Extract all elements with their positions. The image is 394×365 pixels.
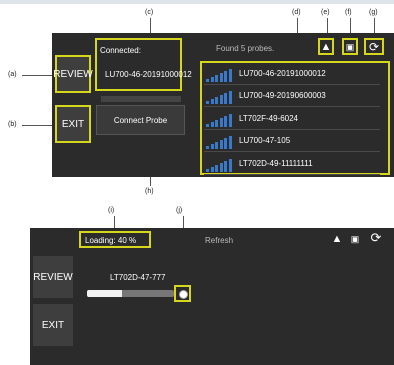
signal-bar bbox=[210, 121, 214, 127]
fit-screen-icon: ▣ bbox=[345, 42, 355, 52]
probe-icon: ▲ bbox=[320, 41, 332, 53]
probe-name: LT702D-49-11111111 bbox=[239, 158, 313, 168]
loading-probe-name: LT702D-47-777 bbox=[110, 273, 166, 282]
signal-bar bbox=[215, 97, 218, 105]
signal-bar bbox=[215, 164, 218, 172]
fit-screen-icon[interactable]: ▣ bbox=[348, 232, 362, 246]
signal-bar bbox=[206, 146, 209, 150]
connect-probe-label: Connect Probe bbox=[113, 115, 168, 125]
signal-bar bbox=[219, 162, 223, 172]
signal-strength-icon bbox=[206, 90, 234, 105]
probe-list: LU700-46-20191000012 LU700-49-20190600003… bbox=[200, 61, 390, 175]
top-strip bbox=[0, 0, 394, 4]
probe-list-screen: REVIEW EXIT Connected: LU700-46-20191000… bbox=[52, 33, 394, 177]
callout-a: (a) bbox=[8, 71, 17, 78]
callout-line-b bbox=[22, 125, 52, 126]
signal-bar bbox=[224, 115, 227, 127]
callout-c: (c) bbox=[145, 9, 154, 16]
connected-probe-name: LU700-46-20191000012 bbox=[105, 70, 192, 79]
probe-name: LU700-47-105 bbox=[239, 136, 291, 146]
row-divider bbox=[204, 173, 380, 175]
callout-line-a bbox=[22, 75, 52, 76]
probe-name: LU700-49-20190600003 bbox=[239, 91, 326, 101]
review-button-bottom[interactable]: REVIEW bbox=[33, 256, 73, 298]
callout-e: (e) bbox=[321, 9, 330, 16]
callout-h: (h) bbox=[145, 188, 154, 195]
callout-d: (d) bbox=[292, 9, 301, 16]
refresh-icon[interactable]: ⟳ bbox=[369, 231, 383, 245]
connect-progress-track bbox=[101, 96, 181, 102]
probe-list-item[interactable]: LT702F-49-6024 bbox=[202, 108, 382, 130]
signal-bar bbox=[206, 123, 209, 127]
review-button-label: REVIEW bbox=[33, 271, 73, 283]
refresh-icon: ⟳ bbox=[368, 40, 380, 54]
signal-strength-icon bbox=[206, 68, 234, 82]
signal-bar bbox=[206, 79, 209, 82]
signal-bar bbox=[210, 144, 214, 150]
signal-bar bbox=[224, 160, 227, 172]
callout-f: (f) bbox=[345, 9, 352, 16]
probe-list-item[interactable]: LU700-49-20190600003 bbox=[202, 85, 382, 108]
probe-list-item[interactable]: LU700-47-105 bbox=[202, 130, 382, 153]
signal-bar bbox=[219, 95, 223, 105]
exit-button-bottom[interactable]: EXIT bbox=[33, 304, 73, 346]
signal-bar bbox=[224, 93, 227, 105]
signal-strength-icon bbox=[206, 113, 234, 127]
loading-screen: Loading: 40 % Refresh ▲ ▣ ⟳ REVIEW EXIT … bbox=[30, 228, 394, 365]
refresh-label[interactable]: Refresh bbox=[205, 236, 233, 245]
signal-strength-icon bbox=[206, 158, 234, 172]
signal-bar bbox=[228, 69, 232, 82]
signal-bar bbox=[219, 73, 223, 82]
exit-button[interactable]: EXIT bbox=[55, 105, 91, 143]
probe-list-item[interactable]: LT702D-49-11111111 bbox=[202, 153, 382, 175]
probe-name: LT702F-49-6024 bbox=[239, 113, 298, 123]
signal-bar bbox=[219, 140, 223, 150]
exit-button-label: EXIT bbox=[61, 118, 85, 130]
signal-bar bbox=[219, 117, 223, 127]
signal-bar bbox=[228, 158, 232, 172]
signal-bar bbox=[215, 75, 218, 82]
signal-bar bbox=[210, 166, 214, 172]
signal-bar bbox=[206, 101, 209, 105]
fit-screen-icon-button[interactable]: ▣ bbox=[342, 38, 358, 55]
callout-i: (i) bbox=[108, 207, 115, 214]
loading-status-box: Loading: 40 % bbox=[79, 231, 151, 248]
signal-bar bbox=[228, 136, 232, 150]
signal-bar bbox=[215, 142, 218, 150]
review-button-label: REVIEW bbox=[53, 68, 93, 80]
probe-name: LU700-46-20191000012 bbox=[239, 69, 326, 78]
probe-icon[interactable]: ▲ bbox=[330, 232, 344, 246]
probe-icon-button[interactable]: ▲ bbox=[318, 38, 334, 55]
callout-j: (j) bbox=[176, 207, 183, 214]
cancel-loading-button[interactable] bbox=[174, 285, 191, 302]
cancel-icon bbox=[179, 290, 188, 299]
refresh-icon-button[interactable]: ⟳ bbox=[364, 38, 384, 55]
signal-bar bbox=[210, 77, 214, 82]
signal-bar bbox=[206, 168, 209, 172]
loading-progress-bar bbox=[87, 290, 174, 297]
signal-bar bbox=[224, 71, 227, 82]
connected-title: Connected: bbox=[100, 46, 141, 55]
callout-b: (b) bbox=[8, 121, 17, 128]
loading-progress-fill bbox=[87, 290, 122, 297]
connected-probe-box: Connected: LU700-46-20191000012 bbox=[95, 38, 192, 91]
signal-bar bbox=[215, 119, 218, 127]
signal-bar bbox=[228, 113, 232, 127]
connect-probe-button[interactable]: Connect Probe bbox=[96, 105, 185, 135]
signal-bar bbox=[224, 138, 227, 150]
callout-g: (g) bbox=[369, 9, 378, 16]
signal-bar bbox=[210, 99, 214, 105]
exit-button-label: EXIT bbox=[41, 319, 65, 331]
loading-text: Loading: 40 % bbox=[85, 236, 137, 245]
review-button[interactable]: REVIEW bbox=[53, 55, 93, 93]
found-probes-text: Found 5 probes. bbox=[216, 44, 275, 53]
probe-list-item[interactable]: LU700-46-20191000012 bbox=[202, 63, 382, 85]
signal-strength-icon bbox=[206, 135, 234, 150]
signal-bar bbox=[228, 91, 232, 105]
